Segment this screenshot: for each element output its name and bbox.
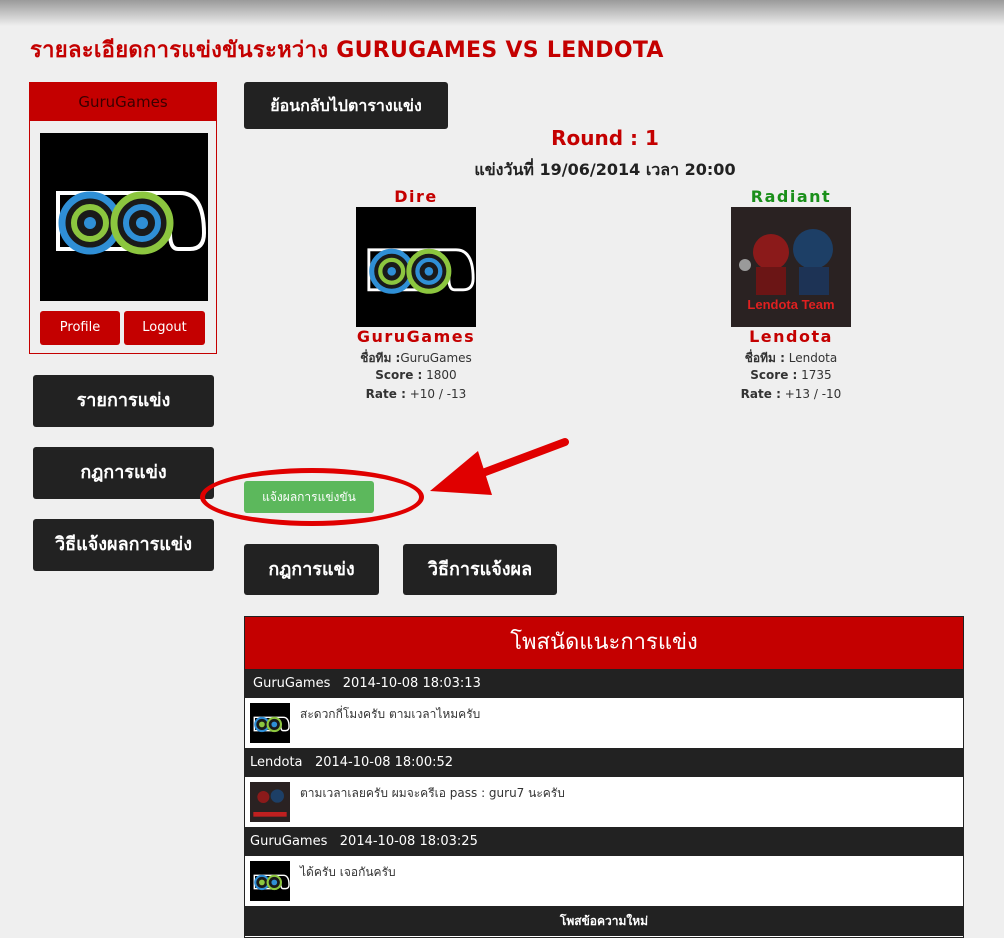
page-title: รายละเอียดการแข่งขันระหว่าง GURUGAMES VS… <box>30 38 664 63</box>
team2-team-value: Lendota <box>788 351 838 365</box>
team2-score-value: 1735 <box>801 368 832 382</box>
team1-team-info: ชื่อทีม :GuruGames <box>316 349 516 368</box>
message-text: ได้ครับ เจอกันครับ <box>300 865 396 879</box>
team-profile-box: GuruGames Profile Logout <box>29 82 217 354</box>
message-author: GuruGames <box>253 676 331 691</box>
avatar <box>250 782 290 822</box>
match-date: แข่งวันที่ 19/06/2014 เวลา 20:00 <box>474 160 736 179</box>
message-header: Lendota 2014-10-08 18:00:52 <box>245 748 963 777</box>
team1-rate-value: +10 / -13 <box>409 387 467 401</box>
team2-score: Score : 1735 <box>691 368 891 382</box>
team1-score-value: 1800 <box>426 368 457 382</box>
team2-team-info: ชื่อทีม : Lendota <box>691 349 891 368</box>
message-author: GuruGames <box>250 834 328 849</box>
message-time: 2014-10-08 18:03:25 <box>339 834 478 849</box>
avatar <box>250 861 290 901</box>
team1-team-value: GuruGames <box>400 351 472 365</box>
logout-button[interactable]: Logout <box>124 311 205 345</box>
team2-logo-text: Lendota Team <box>747 297 835 312</box>
back-to-schedule-button[interactable]: ย้อนกลับไปตารางแข่ง <box>244 82 448 129</box>
round-label: Round : 1 <box>551 126 659 150</box>
team1-rate: Rate : +10 / -13 <box>316 387 516 401</box>
team1-side: Dire <box>394 187 438 206</box>
message-author: Lendota <box>250 755 303 770</box>
team-logo <box>40 133 208 301</box>
team1-logo[interactable] <box>356 207 476 327</box>
rules-button[interactable]: กฎการแข่ง <box>244 544 379 595</box>
new-post-button[interactable]: โพสข้อความใหม่ <box>245 906 963 936</box>
team2-score-label: Score : <box>750 368 798 382</box>
team1-team-label: ชื่อทีม : <box>360 351 401 365</box>
top-bar <box>0 0 1004 26</box>
team1-rate-label: Rate : <box>365 387 406 401</box>
sidebar-item-rules[interactable]: กฎการแข่ง <box>33 447 214 499</box>
team1-score-label: Score : <box>375 368 423 382</box>
team1-name[interactable]: GuruGames <box>326 327 506 346</box>
sidebar-item-matches[interactable]: รายการแข่ง <box>33 375 214 427</box>
chat-title: โพสนัดแนะการแข่ง <box>245 617 963 669</box>
team2-team-label: ชื่อทีม : <box>744 351 785 365</box>
team2-side: Radiant <box>750 187 832 206</box>
team2-name[interactable]: Lendota <box>701 327 881 346</box>
team-name: GuruGames <box>30 83 216 121</box>
how-to-report-button[interactable]: วิธีการแจ้งผล <box>403 544 557 595</box>
team2-rate: Rate : +13 / -10 <box>691 387 891 401</box>
team1-score: Score : 1800 <box>316 368 516 382</box>
message-header: GuruGames 2014-10-08 18:03:25 <box>245 827 963 856</box>
highlight-circle <box>200 468 424 526</box>
message-header: GuruGames 2014-10-08 18:03:13 <box>245 669 963 698</box>
match-chat: โพสนัดแนะการแข่ง GuruGames 2014-10-08 18… <box>244 616 964 938</box>
team2-rate-label: Rate : <box>740 387 781 401</box>
message-text: ตามเวลาเลยครับ ผมจะครีเอ pass : guru7 นะ… <box>300 786 565 800</box>
message-body: สะดวกกี่โมงครับ ตามเวลาไหมครับ <box>245 698 963 748</box>
team2-logo[interactable]: Lendota Team <box>731 207 851 327</box>
message-time: 2014-10-08 18:00:52 <box>314 755 454 770</box>
profile-button[interactable]: Profile <box>40 311 120 345</box>
message-time: 2014-10-08 18:03:13 <box>342 676 481 691</box>
message-body: ได้ครับ เจอกันครับ <box>245 856 963 906</box>
message-text: สะดวกกี่โมงครับ ตามเวลาไหมครับ <box>300 707 481 721</box>
sidebar-item-how-to-report[interactable]: วิธีแจ้งผลการแข่ง <box>33 519 214 571</box>
message-body: ตามเวลาเลยครับ ผมจะครีเอ pass : guru7 นะ… <box>245 777 963 827</box>
avatar <box>250 703 290 743</box>
team2-rate-value: +13 / -10 <box>784 387 842 401</box>
